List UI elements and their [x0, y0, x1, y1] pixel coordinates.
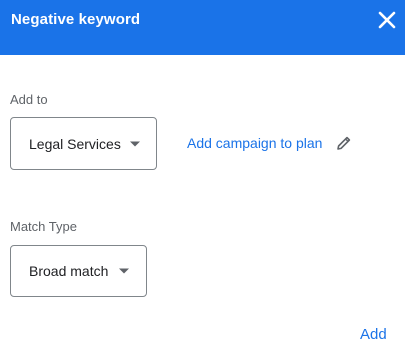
close-icon: [378, 11, 396, 29]
dialog-title: Negative keyword: [11, 11, 141, 28]
negative-keyword-dialog: Negative keyword Add to Legal Services A…: [0, 0, 405, 357]
add-to-label: Add to: [10, 92, 48, 107]
add-campaign-to-plan-link[interactable]: Add campaign to plan: [187, 134, 322, 152]
match-type-dropdown[interactable]: Broad match: [10, 245, 147, 297]
match-type-selected-value: Broad match: [29, 263, 109, 279]
pencil-icon: [337, 136, 351, 150]
chevron-down-icon: [130, 141, 140, 146]
close-button[interactable]: [375, 8, 399, 32]
edit-button[interactable]: [336, 135, 352, 151]
add-to-dropdown[interactable]: Legal Services: [10, 117, 157, 170]
dialog-header: Negative keyword: [0, 0, 405, 55]
add-button[interactable]: Add: [360, 326, 387, 344]
chevron-down-icon: [119, 268, 129, 274]
add-to-selected-value: Legal Services: [29, 135, 121, 152]
match-type-label: Match Type: [10, 219, 77, 234]
